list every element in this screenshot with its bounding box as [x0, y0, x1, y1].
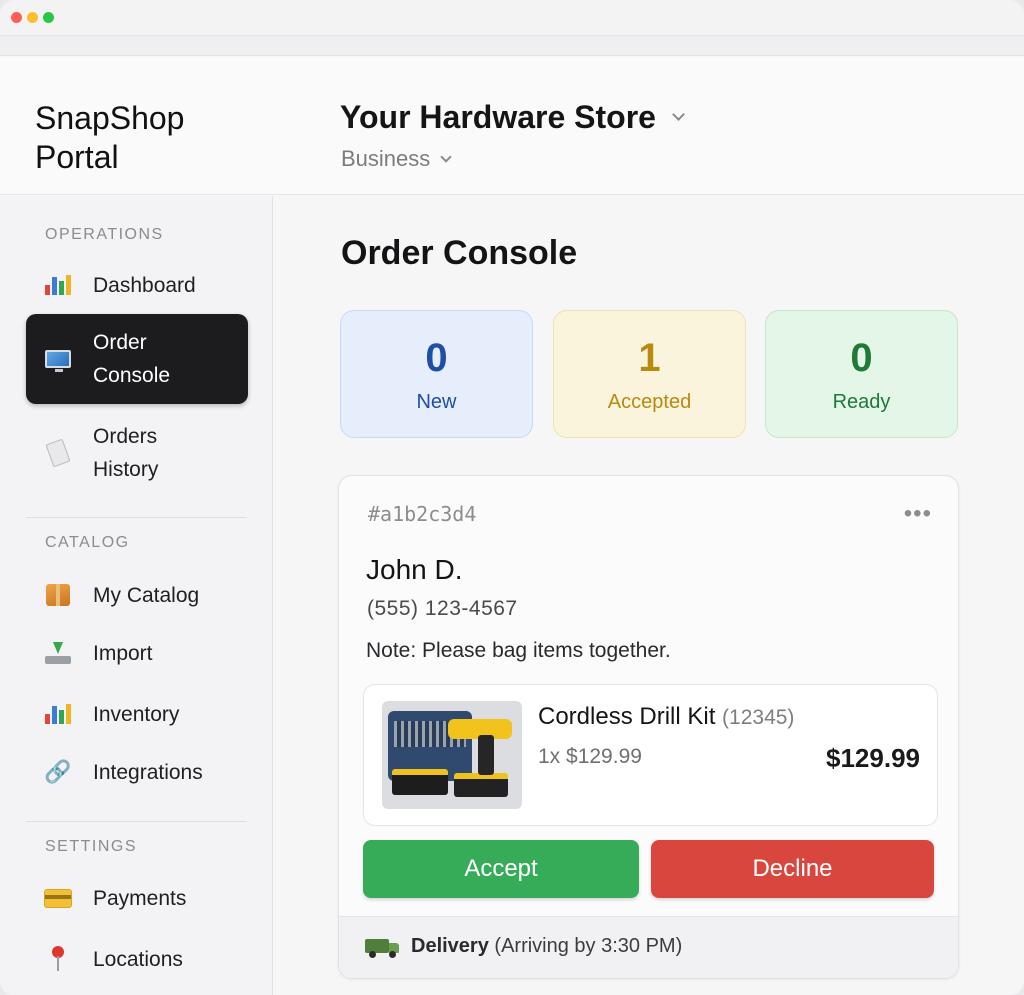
sidebar-item-orders-history[interactable]: Orders History — [26, 418, 248, 488]
order-id: #a1b2c3d4 — [368, 502, 477, 526]
customer-phone: (555) 123-4567 — [367, 597, 518, 620]
sidebar-item-label: My Catalog — [93, 583, 200, 607]
stat-card-accepted[interactable]: 1 Accepted — [553, 310, 746, 438]
section-label-settings: SETTINGS — [45, 838, 138, 855]
product-name: Cordless Drill Kit — [538, 703, 716, 730]
sidebar-item-label: Integrations — [93, 760, 203, 784]
sidebar: OPERATIONS Dashboard Order Console Order… — [0, 196, 273, 995]
close-window-button[interactable] — [11, 12, 22, 23]
product-sku: (12345) — [722, 706, 795, 729]
delivery-truck-icon — [365, 937, 401, 959]
package-icon — [44, 581, 72, 609]
title-bar — [0, 0, 1024, 36]
stat-value: 1 — [638, 336, 661, 380]
sidebar-item-dashboard[interactable]: Dashboard — [26, 268, 248, 302]
brand-title: SnapShop Portal — [35, 100, 185, 175]
receipt-icon — [44, 438, 72, 468]
delivery-eta: (Arriving by 3:30 PM) — [494, 935, 683, 957]
stat-label: Accepted — [607, 391, 692, 413]
sidebar-item-import[interactable]: Import — [26, 636, 248, 670]
store-selector[interactable]: Your Hardware Store — [340, 99, 685, 136]
sidebar-item-label: Payments — [93, 886, 187, 910]
main-content: Order Console 0 New 1 Accepted 0 Ready #… — [274, 196, 1024, 995]
monitor-icon — [44, 345, 72, 373]
line-total: $129.99 — [826, 743, 920, 773]
maximize-window-button[interactable] — [43, 12, 54, 23]
order-note: Note: Please bag items together. — [366, 639, 671, 662]
stat-label: New — [416, 391, 457, 413]
toolbar-strip — [0, 36, 1024, 56]
sidebar-item-integrations[interactable]: 🔗 Integrations — [26, 755, 248, 789]
stat-value: 0 — [425, 336, 448, 380]
sidebar-divider — [26, 821, 247, 822]
sidebar-item-inventory[interactable]: Inventory — [26, 697, 248, 731]
app-window: SnapShop Portal Your Hardware Store Busi… — [0, 0, 1024, 995]
sidebar-item-label: Locations — [93, 947, 183, 971]
page-title: Order Console — [341, 234, 578, 272]
order-line-item: Cordless Drill Kit (12345) 1x $129.99 $1… — [363, 684, 938, 826]
delivery-footer: Delivery (Arriving by 3:30 PM) — [339, 916, 958, 978]
sidebar-item-order-console[interactable]: Order Console — [26, 314, 248, 404]
product-qty-price: 1x $129.99 — [538, 745, 642, 768]
app-header: SnapShop Portal Your Hardware Store Busi… — [0, 57, 1024, 195]
section-label-operations: OPERATIONS — [45, 226, 164, 243]
store-name: Your Hardware Store — [340, 99, 656, 135]
account-type-selector[interactable]: Business — [341, 146, 452, 172]
delivery-info: Delivery (Arriving by 3:30 PM) — [411, 935, 682, 958]
sidebar-item-label: Orders History — [93, 425, 159, 481]
pin-icon — [44, 945, 72, 973]
product-image — [382, 701, 522, 809]
sidebar-item-label: Import — [93, 641, 153, 665]
sidebar-divider — [26, 517, 247, 518]
credit-card-icon — [44, 884, 72, 912]
delivery-label: Delivery — [411, 935, 489, 957]
stat-card-ready[interactable]: 0 Ready — [765, 310, 958, 438]
bar-chart-icon — [44, 271, 72, 299]
sidebar-item-payments[interactable]: Payments — [26, 881, 248, 915]
order-card: #a1b2c3d4 ••• John D. (555) 123-4567 Not… — [338, 475, 959, 979]
stat-label: Ready — [832, 391, 891, 413]
stat-value: 0 — [850, 336, 873, 380]
stat-card-new[interactable]: 0 New — [340, 310, 533, 438]
sidebar-item-label: Dashboard — [93, 273, 196, 297]
decline-button[interactable]: Decline — [651, 840, 934, 898]
account-type: Business — [341, 146, 431, 171]
bar-chart-icon — [44, 700, 72, 728]
link-icon: 🔗 — [44, 759, 72, 784]
product-name-line: Cordless Drill Kit (12345) — [538, 703, 794, 731]
chevron-down-icon — [440, 150, 452, 163]
inbox-tray-icon — [44, 639, 72, 667]
customer-name: John D. — [366, 554, 463, 585]
sidebar-item-my-catalog[interactable]: My Catalog — [26, 578, 248, 612]
section-label-catalog: CATALOG — [45, 534, 130, 551]
sidebar-item-label: Inventory — [93, 702, 180, 726]
chevron-down-icon — [672, 108, 685, 121]
minimize-window-button[interactable] — [27, 12, 38, 23]
sidebar-item-label: Order Console — [93, 331, 171, 387]
more-options-icon[interactable]: ••• — [904, 500, 932, 528]
accept-button[interactable]: Accept — [363, 840, 639, 898]
sidebar-item-locations[interactable]: Locations — [26, 942, 248, 976]
